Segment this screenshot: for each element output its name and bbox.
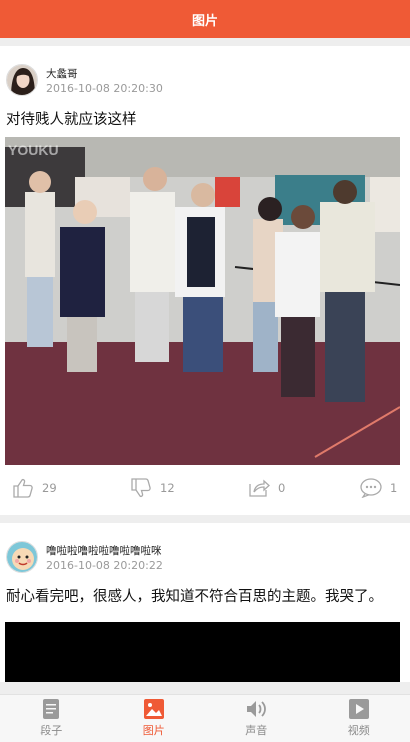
share-count: 0 <box>278 481 286 495</box>
comment-button[interactable]: 1 <box>360 478 397 498</box>
document-icon <box>43 699 60 719</box>
video-icon <box>348 699 369 719</box>
image-icon <box>143 699 164 719</box>
share-icon <box>249 479 270 497</box>
page-title: 图片 <box>191 13 218 29</box>
post-image[interactable]: YOUKU <box>5 137 400 465</box>
like-button[interactable]: 29 <box>12 478 57 498</box>
top-navigation-bar: 图片 <box>0 0 410 38</box>
tab-jokes[interactable]: 段子 <box>0 695 103 742</box>
thumbs-up-icon <box>13 478 33 498</box>
post-card[interactable]: 大蠡哥 2016-10-08 20:20:30 对待贱人就应该这样 YOUKU … <box>0 46 410 515</box>
post-header: 大蠡哥 2016-10-08 20:20:30 <box>0 46 410 102</box>
post-card[interactable]: 噜啦啦噜啦啦噜啦噜啦咪 2016-10-08 20:20:22 耐心看完吧，很感… <box>0 523 410 682</box>
tab-video[interactable]: 视频 <box>308 695 410 742</box>
bottom-tab-bar: 段子 图片 声音 视频 <box>0 694 410 742</box>
username[interactable]: 大蠡哥 <box>46 66 78 81</box>
username[interactable]: 噜啦啦噜啦啦噜啦噜啦咪 <box>46 543 162 558</box>
post-time: 2016-10-08 20:20:30 <box>46 82 163 95</box>
thumbs-down-icon <box>131 478 151 498</box>
like-count: 29 <box>42 481 57 495</box>
post-text: 对待贱人就应该这样 <box>6 112 137 128</box>
post-time: 2016-10-08 20:20:22 <box>46 559 163 572</box>
post-video[interactable] <box>5 622 400 682</box>
share-button[interactable]: 0 <box>248 478 285 498</box>
dislike-button[interactable]: 12 <box>130 478 175 498</box>
comment-icon <box>360 478 382 498</box>
post-header: 噜啦啦噜啦啦噜啦噜啦咪 2016-10-08 20:20:22 <box>0 523 410 579</box>
post-text: 耐心看完吧，很感人，我知道不符合百思的主题。我哭了。 <box>6 589 383 605</box>
dislike-count: 12 <box>160 481 175 495</box>
post-actions: 29 12 0 1 <box>0 465 410 515</box>
video-watermark: YOUKU <box>8 142 59 158</box>
tab-label: 声音 <box>245 724 268 737</box>
tab-label: 段子 <box>40 724 63 737</box>
comment-count: 1 <box>390 481 398 495</box>
tab-label: 图片 <box>142 724 165 737</box>
post-feed[interactable]: 大蠡哥 2016-10-08 20:20:30 对待贱人就应该这样 YOUKU … <box>0 46 410 694</box>
avatar[interactable] <box>6 541 38 573</box>
tab-label: 视频 <box>347 724 370 737</box>
tab-images[interactable]: 图片 <box>103 695 206 742</box>
avatar[interactable] <box>6 64 38 96</box>
tab-audio[interactable]: 声音 <box>205 695 308 742</box>
speaker-icon <box>247 701 267 717</box>
